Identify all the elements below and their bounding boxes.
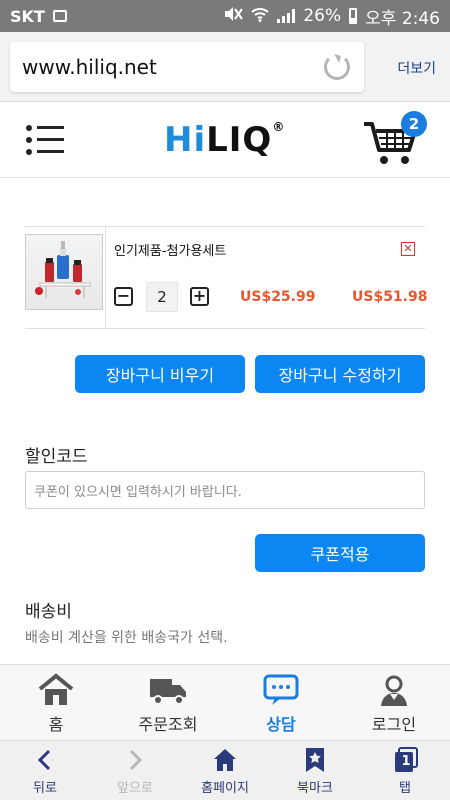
nav-home[interactable]: 홈 (0, 665, 112, 741)
tabs-icon: 1 (393, 747, 418, 773)
homepage-button[interactable]: 홈페이지 (180, 741, 270, 800)
total-price: US$51.98 (352, 289, 428, 305)
battery-icon (349, 8, 358, 24)
nav-order-lookup[interactable]: 주문조회 (112, 665, 224, 741)
tab-count: 1 (401, 754, 411, 769)
browser-toolbar: www.hiliq.net 더보기 (0, 32, 450, 102)
carrier-label: SKT (10, 6, 45, 26)
menu-icon[interactable] (26, 122, 64, 158)
unit-price: US$25.99 (240, 289, 316, 305)
home-icon (213, 747, 237, 773)
bookmark-icon (303, 747, 327, 773)
update-cart-button[interactable]: 장바구니 수정하기 (255, 355, 425, 393)
reload-icon[interactable] (324, 54, 350, 80)
site-header: HiLIQ® (0, 102, 450, 178)
home-icon (36, 673, 76, 707)
truck-icon (148, 673, 188, 707)
nav-consult[interactable]: 상담 (225, 665, 337, 741)
status-bar: SKT 26% 오후 2:46 (0, 0, 450, 32)
site-logo[interactable]: HiLIQ® (164, 120, 285, 160)
back-icon (33, 747, 57, 773)
close-icon[interactable]: ✕ (401, 242, 415, 256)
bookmark-button[interactable]: 북마크 (270, 741, 360, 800)
quantity-field[interactable]: 2 (146, 282, 178, 312)
product-name[interactable]: 인기제품-첨가용세트 (114, 240, 226, 259)
site-bottom-nav: 홈 주문조회 상담 로그인 (0, 664, 450, 740)
back-button[interactable]: 뒤로 (0, 741, 90, 800)
cart-item: 인기제품-첨가용세트 ✕ − 2 + US$25.99 US$51.98 (25, 226, 428, 329)
discount-title: 할인코드 (25, 447, 88, 467)
signal-icon (277, 9, 296, 23)
cart-count-badge: 2 (401, 111, 427, 137)
cart-content: 인기제품-첨가용세트 ✕ − 2 + US$25.99 US$51.98 장바구… (0, 179, 450, 664)
image-notification-icon (52, 10, 67, 22)
tabs-button[interactable]: 1 탭 (360, 741, 450, 800)
product-image[interactable] (25, 234, 103, 310)
mute-icon (223, 6, 244, 27)
clock: 오후 2:46 (365, 8, 440, 29)
empty-cart-button[interactable]: 장바구니 비우기 (75, 355, 245, 393)
browser-bottom-bar: 뒤로 앞으로 홈페이지 북마크 1 탭 (0, 740, 450, 800)
more-button[interactable]: 더보기 (397, 58, 436, 78)
coupon-placeholder: 쿠폰이 있으시면 입력하시기 바랍니다. (34, 484, 242, 500)
battery-level: 26% (303, 6, 342, 26)
apply-coupon-button[interactable]: 쿠폰적용 (255, 534, 425, 572)
wifi-icon (251, 6, 270, 27)
forward-button[interactable]: 앞으로 (90, 741, 180, 800)
url-bar[interactable]: www.hiliq.net (10, 42, 364, 92)
decrease-quantity-button[interactable]: − (114, 287, 133, 306)
coupon-input[interactable]: 쿠폰이 있으시면 입력하시기 바랍니다. (25, 471, 425, 509)
url-text: www.hiliq.net (22, 55, 157, 79)
shipping-title: 배송비 (25, 602, 72, 622)
nav-login[interactable]: 로그인 (338, 665, 450, 741)
forward-icon (123, 747, 147, 773)
chat-icon (261, 673, 301, 707)
user-icon (374, 673, 414, 707)
increase-quantity-button[interactable]: + (190, 287, 209, 306)
shipping-subtitle: 배송비 계산을 위한 배송국가 선택. (25, 630, 228, 646)
